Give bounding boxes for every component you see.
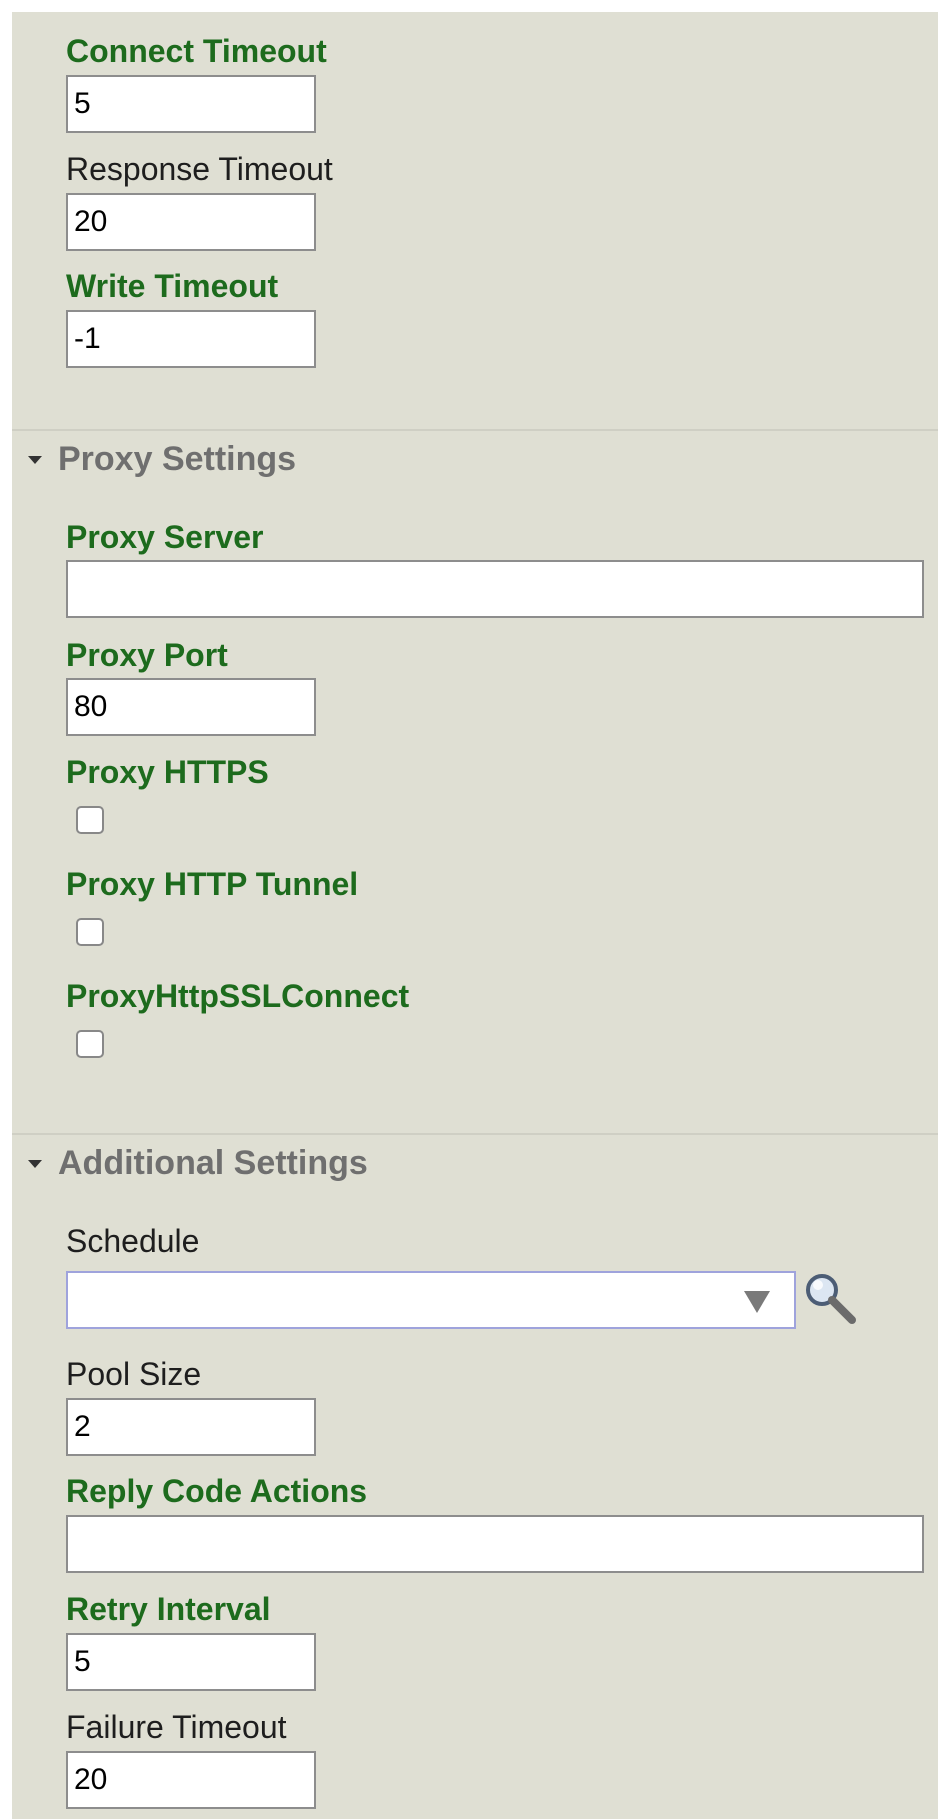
reply-code-actions-label: Reply Code Actions [66,1473,368,1509]
failure-timeout-label: Failure Timeout [66,1709,287,1745]
proxy-server-label: Proxy Server [66,519,264,555]
triangle-down-icon [28,1159,42,1168]
retry-interval-label: Retry Interval [66,1591,271,1627]
pool-size-input[interactable] [66,1398,316,1456]
schedule-label: Schedule [66,1223,200,1259]
proxy-port-label: Proxy Port [66,637,228,673]
section-divider [12,429,938,431]
schedule-select[interactable] [66,1271,796,1329]
connect-timeout-input[interactable] [66,75,316,133]
section-divider [12,1133,938,1135]
proxy-ssl-connect-label: ProxyHttpSSLConnect [66,978,410,1014]
write-timeout-input[interactable] [66,310,316,368]
triangle-down-icon [28,455,42,464]
proxy-settings-header[interactable]: Proxy Settings [28,440,296,479]
response-timeout-label: Response Timeout [66,151,333,187]
proxy-port-input[interactable] [66,678,316,736]
reply-code-actions-input[interactable] [66,1515,924,1573]
proxy-http-tunnel-checkbox[interactable] [76,918,104,946]
write-timeout-label: Write Timeout [66,268,279,304]
failure-timeout-input[interactable] [66,1751,316,1809]
connect-timeout-label: Connect Timeout [66,33,327,69]
proxy-https-label: Proxy HTTPS [66,754,269,790]
chevron-down-icon[interactable] [744,1291,770,1313]
retry-interval-input[interactable] [66,1633,316,1691]
proxy-ssl-connect-checkbox[interactable] [76,1030,104,1058]
additional-settings-title: Additional Settings [58,1144,368,1182]
proxy-http-tunnel-label: Proxy HTTP Tunnel [66,866,359,902]
proxy-server-input[interactable] [66,560,924,618]
proxy-settings-title: Proxy Settings [58,440,297,478]
pool-size-label: Pool Size [66,1356,202,1392]
magnifier-icon[interactable] [802,1270,858,1326]
proxy-https-checkbox[interactable] [76,806,104,834]
additional-settings-header[interactable]: Additional Settings [28,1144,368,1183]
response-timeout-input[interactable] [66,193,316,251]
